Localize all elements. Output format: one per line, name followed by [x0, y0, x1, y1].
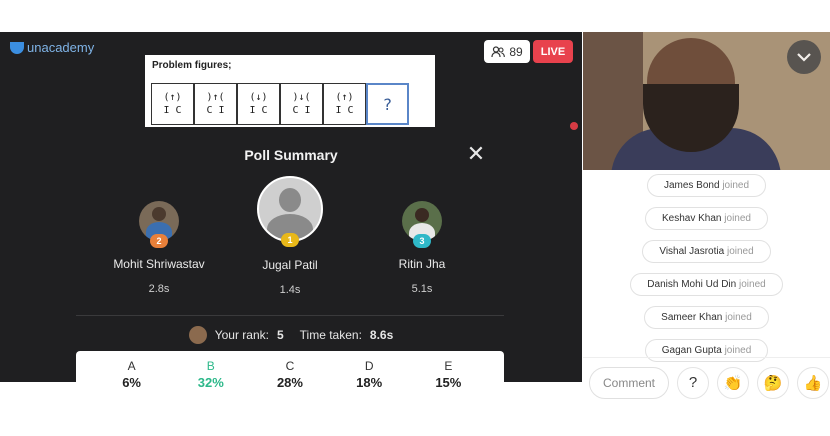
- unacademy-logo: unacademy: [10, 40, 94, 55]
- your-rank-line: Your rank: 5 Time taken: 8.6s: [0, 326, 582, 344]
- thumbs-up-emoji-icon[interactable]: 👍: [797, 366, 829, 399]
- time-taken-label: Time taken:: [299, 328, 362, 342]
- your-rank-label: Your rank:: [214, 328, 269, 342]
- figure-top: (↑): [163, 92, 182, 103]
- player-name: Jugal Patil: [262, 258, 318, 272]
- live-badge: LIVE: [533, 40, 573, 63]
- unacademy-logo-icon: [10, 41, 24, 54]
- divider: [76, 315, 504, 316]
- problem-figure: )↑( C I: [194, 83, 237, 125]
- leaderboard-player-2: 2 Mohit Shriwastav 2.8s: [96, 201, 222, 295]
- figure-top: )↑(: [206, 92, 225, 103]
- problem-figure: (↑) I C: [151, 83, 194, 125]
- thinking-emoji-icon[interactable]: 🤔: [757, 366, 789, 399]
- join-notice: Sameer Khan joined: [644, 306, 769, 329]
- player-time: 5.1s: [411, 283, 433, 295]
- comment-input[interactable]: Comment: [589, 366, 669, 399]
- close-icon[interactable]: ✕: [466, 143, 486, 165]
- join-notice: James Bond joined: [646, 174, 767, 197]
- join-name: Danish Mohi Ud Din: [647, 279, 737, 290]
- figure-bottom: I C: [249, 105, 268, 116]
- poll-option-correct: B 32%: [181, 359, 241, 411]
- problem-figure: )↓( C I: [280, 83, 323, 125]
- viewer-count-badge[interactable]: 89: [484, 40, 530, 63]
- player-name: Mohit Shriwastav: [113, 257, 205, 271]
- player-time: 1.4s: [279, 284, 301, 296]
- option-letter: C: [285, 359, 295, 373]
- option-percent: 15%: [435, 375, 462, 390]
- join-status: joined: [725, 312, 752, 323]
- brand-name: unacademy: [27, 40, 95, 55]
- join-status: joined: [724, 213, 751, 224]
- join-name: James Bond: [663, 180, 720, 191]
- top-bar: [0, 0, 582, 32]
- option-letter: B: [206, 359, 215, 373]
- join-name: Sameer Khan: [661, 312, 723, 323]
- figure-bottom: I C: [335, 105, 354, 116]
- poll-results: A 6% B 32% C 28% D 18% E 15%: [76, 351, 504, 411]
- rank-badge: 1: [281, 233, 299, 247]
- option-letter: A: [127, 359, 136, 373]
- option-percent: 6%: [122, 375, 141, 390]
- option-percent: 28%: [276, 375, 303, 390]
- option-letter: D: [364, 359, 374, 373]
- rank-badge: 2: [150, 234, 168, 248]
- your-rank-value: 5: [276, 328, 284, 342]
- poll-option: C 28%: [260, 359, 320, 411]
- figure-bottom: I C: [163, 105, 182, 116]
- option-percent: 32%: [197, 375, 224, 390]
- player-name: Ritin Jha: [398, 257, 446, 271]
- join-notice: Vishal Jasrotia joined: [642, 240, 771, 263]
- problem-figure: (↓) I C: [237, 83, 280, 125]
- time-taken-value: 8.6s: [369, 328, 394, 342]
- figure-bottom: C I: [206, 105, 225, 116]
- player-time: 2.8s: [148, 283, 170, 295]
- problem-title: Problem figures;: [152, 60, 232, 71]
- chevron-down-icon[interactable]: [787, 40, 821, 74]
- join-name: Gagan Gupta: [661, 345, 722, 356]
- poll-option: D 18%: [339, 359, 399, 411]
- problem-figure: (↑) I C: [323, 83, 366, 125]
- poll-option: E 15%: [418, 359, 478, 411]
- clap-emoji-icon[interactable]: 👏: [717, 366, 749, 399]
- figure-row: (↑) I C )↑( C I (↓) I C )↓( C I (↑) I C ?: [151, 83, 409, 125]
- poll-option: A 6%: [102, 359, 162, 411]
- join-notice: Keshav Khan joined: [645, 207, 768, 230]
- join-status: joined: [724, 345, 752, 356]
- join-notice: Danish Mohi Ud Din joined: [630, 273, 783, 296]
- leaderboard-player-1: 1 Jugal Patil 1.4s: [240, 176, 340, 296]
- join-name: Vishal Jasrotia: [659, 246, 725, 257]
- chat-bar: Comment ? 👏 🤔 👍: [583, 357, 830, 407]
- answer-figure: ?: [366, 83, 409, 125]
- option-percent: 18%: [356, 375, 383, 390]
- rank-badge: 3: [413, 234, 431, 248]
- join-status: joined: [739, 279, 766, 290]
- recording-dot-icon: [570, 122, 578, 130]
- bottom-bar: [0, 407, 830, 436]
- join-status: joined: [726, 246, 754, 257]
- figure-top: (↓): [249, 92, 268, 103]
- poll-title: Poll Summary: [244, 147, 338, 163]
- leaderboard-player-3: 3 Ritin Jha 5.1s: [372, 201, 472, 295]
- figure-top: (↑): [335, 92, 354, 103]
- viewer-count: 89: [509, 44, 523, 59]
- help-icon[interactable]: ?: [677, 366, 709, 399]
- join-name: Keshav Khan: [662, 213, 722, 224]
- join-status: joined: [722, 180, 750, 191]
- problem-figure-panel: Problem figures; (↑) I C )↑( C I (↓) I C )↓…: [145, 55, 435, 127]
- user-avatar: [188, 326, 207, 344]
- option-letter: E: [444, 359, 453, 373]
- figure-bottom: C I: [292, 105, 311, 116]
- users-icon: [491, 45, 506, 57]
- figure-top: )↓(: [292, 92, 311, 103]
- join-feed: James Bond joined Keshav Khan joined Vis…: [583, 170, 830, 372]
- figure-top: ?: [382, 94, 393, 114]
